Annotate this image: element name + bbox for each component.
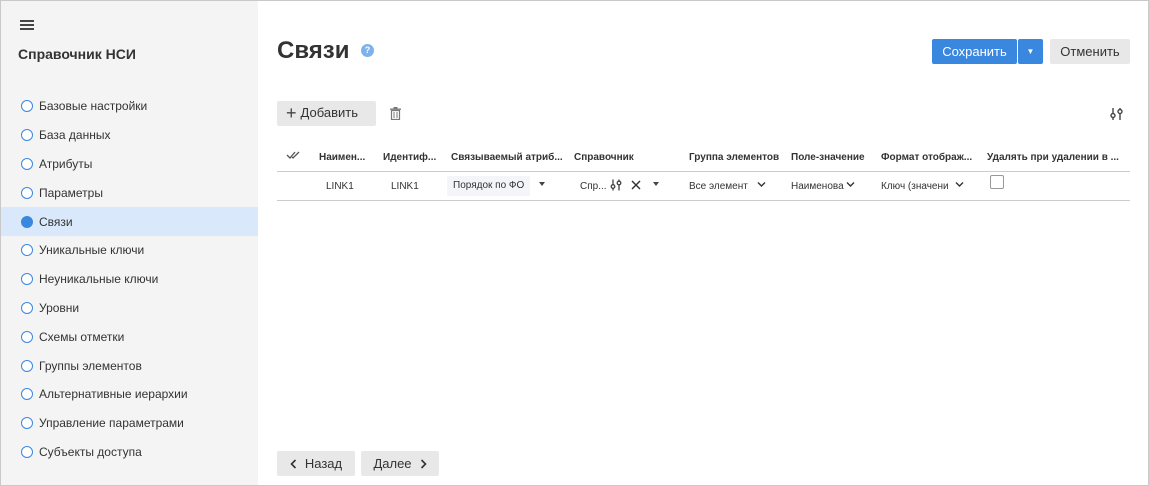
dictionary-settings-icon[interactable] xyxy=(610,179,622,191)
linked-attribute-select[interactable]: Порядок по ФО xyxy=(447,176,531,196)
caret-down-icon: ▼ xyxy=(1026,47,1035,56)
chevron-down-icon[interactable] xyxy=(757,181,766,188)
sidebar-item-label: Параметры xyxy=(39,185,103,200)
radio-icon xyxy=(21,330,33,343)
sidebar-item-label: Альтернативные иерархии xyxy=(39,387,188,402)
chevron-left-icon xyxy=(290,458,296,469)
chevron-down-icon[interactable] xyxy=(955,181,964,188)
next-button[interactable]: Далее xyxy=(361,451,439,476)
add-button-label: Добавить xyxy=(300,105,358,120)
sidebar-item-label: Уровни xyxy=(39,300,80,315)
help-icon[interactable]: ? xyxy=(361,44,374,57)
dictionary-select[interactable]: Спр... xyxy=(580,181,607,192)
sidebar-item-access-subjects[interactable]: Субъекты доступа xyxy=(1,438,258,467)
radio-icon xyxy=(21,417,33,430)
column-header-linked-attribute[interactable]: Связываемый атриб... xyxy=(451,152,563,163)
table-header: Наимен... Идентиф... Связываемый атриб..… xyxy=(277,143,1130,172)
app-title: Справочник НСИ xyxy=(18,46,136,62)
column-header-identifier[interactable]: Идентиф... xyxy=(383,152,436,163)
select-all-icon[interactable] xyxy=(286,149,302,161)
cell-name: LINK1 xyxy=(326,181,354,192)
display-format-select[interactable]: Ключ (значени xyxy=(881,181,949,192)
sidebar-item-label: Связи xyxy=(39,214,73,229)
page-title: Связи xyxy=(277,37,350,64)
sidebar-item-param-management[interactable]: Управление параметрами xyxy=(1,409,258,438)
radio-icon xyxy=(21,186,33,199)
sidebar-item-parameters[interactable]: Параметры xyxy=(1,178,258,207)
caret-down-icon[interactable] xyxy=(653,182,659,186)
sidebar-item-element-groups[interactable]: Группы элементов xyxy=(1,351,258,380)
column-settings-icon[interactable] xyxy=(1110,107,1124,121)
sidebar-item-label: Субъекты доступа xyxy=(39,444,142,459)
next-button-label: Далее xyxy=(373,456,412,471)
column-header-display-format[interactable]: Формат отображ... xyxy=(881,152,972,163)
sidebar-item-levels[interactable]: Уровни xyxy=(1,294,258,323)
radio-icon xyxy=(21,359,33,372)
value-field-select[interactable]: Наименова xyxy=(791,181,844,192)
clear-icon[interactable] xyxy=(631,180,641,190)
sidebar-item-links[interactable]: Связи xyxy=(1,207,258,236)
column-header-name[interactable]: Наимен... xyxy=(319,152,365,163)
radio-icon xyxy=(21,244,33,257)
sidebar-item-label: База данных xyxy=(39,128,111,143)
links-table: Наимен... Идентиф... Связываемый атриб..… xyxy=(277,143,1130,201)
radio-icon xyxy=(21,301,33,314)
table-row[interactable]: LINK1 LINK1 Порядок по ФО Спр... Все эле… xyxy=(277,172,1130,201)
app-window: Справочник НСИ Базовые настройки База да… xyxy=(0,0,1149,486)
column-header-element-group[interactable]: Группа элементов xyxy=(689,152,779,163)
trash-icon[interactable] xyxy=(390,107,401,120)
sidebar-item-attributes[interactable]: Атрибуты xyxy=(1,150,258,179)
save-button[interactable]: Сохранить xyxy=(932,39,1017,64)
back-button-label: Назад xyxy=(304,456,343,471)
radio-icon xyxy=(21,445,33,458)
save-dropdown-button[interactable]: ▼ xyxy=(1018,39,1043,64)
sidebar-item-non-unique-keys[interactable]: Неуникальные ключи xyxy=(1,265,258,294)
cell-identifier: LINK1 xyxy=(391,181,419,192)
sidebar-item-label: Группы элементов xyxy=(39,358,142,373)
sidebar-item-label: Управление параметрами xyxy=(39,416,184,431)
cascade-delete-checkbox[interactable] xyxy=(990,175,1004,189)
sidebar-item-alt-hierarchies[interactable]: Альтернативные иерархии xyxy=(1,380,258,409)
sidebar-item-label: Атрибуты xyxy=(39,156,93,171)
cancel-button[interactable]: Отменить xyxy=(1050,39,1130,64)
chevron-right-icon xyxy=(420,458,427,469)
main-content: Связи ? Сохранить ▼ Отменить +Добавить xyxy=(258,1,1148,485)
caret-down-icon[interactable] xyxy=(539,182,545,186)
radio-icon xyxy=(21,100,33,113)
sidebar-item-unique-keys[interactable]: Уникальные ключи xyxy=(1,236,258,265)
radio-icon xyxy=(21,157,33,170)
column-header-dictionary[interactable]: Справочник xyxy=(574,152,634,163)
sidebar-item-label: Базовые настройки xyxy=(39,99,148,114)
menu-icon[interactable] xyxy=(20,19,34,31)
radio-icon xyxy=(21,129,33,142)
sidebar-nav: Базовые настройки База данных Атрибуты П… xyxy=(1,92,258,466)
sidebar-item-base-settings[interactable]: Базовые настройки xyxy=(1,92,258,121)
radio-icon xyxy=(21,388,33,401)
element-group-select[interactable]: Все элемент xyxy=(689,181,748,192)
sidebar-item-label: Неуникальные ключи xyxy=(39,272,159,287)
column-header-cascade-delete[interactable]: Удалять при удалении в ... xyxy=(987,152,1119,163)
column-header-value-field[interactable]: Поле-значение xyxy=(791,152,865,163)
radio-icon xyxy=(21,273,33,286)
sidebar-item-label: Уникальные ключи xyxy=(39,243,145,258)
sidebar: Справочник НСИ Базовые настройки База да… xyxy=(1,1,258,485)
sidebar-item-mark-schemes[interactable]: Схемы отметки xyxy=(1,322,258,351)
add-button[interactable]: + Добавить xyxy=(277,101,376,126)
chevron-down-icon[interactable] xyxy=(846,181,855,188)
radio-icon xyxy=(21,215,33,228)
back-button[interactable]: Назад xyxy=(277,451,355,476)
sidebar-item-label: Схемы отметки xyxy=(39,329,125,344)
sidebar-item-database[interactable]: База данных xyxy=(1,121,258,150)
plus-icon: + xyxy=(286,103,297,123)
